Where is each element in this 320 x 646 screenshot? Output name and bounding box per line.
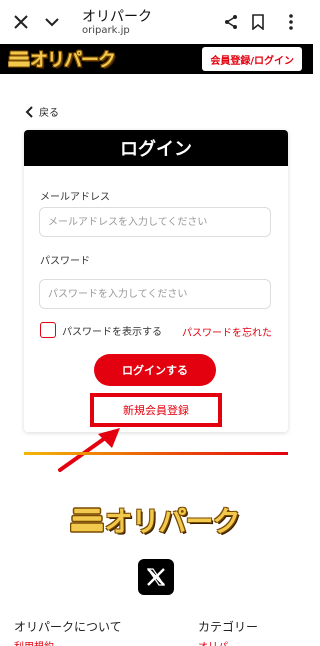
site-header: オリパーク 会員登録/ログイン bbox=[0, 44, 313, 74]
email-label: メールアドレス bbox=[40, 192, 110, 203]
login-button[interactable]: ログインする bbox=[94, 354, 216, 386]
divider bbox=[24, 452, 288, 455]
password-field[interactable] bbox=[39, 279, 271, 309]
chevron-left-icon bbox=[25, 105, 33, 118]
signup-link[interactable]: 新規会員登録 bbox=[90, 393, 222, 427]
share-icon[interactable] bbox=[219, 10, 243, 34]
x-social-icon[interactable] bbox=[138, 559, 174, 595]
footer-about-heading: オリパークについて bbox=[14, 620, 122, 634]
footer-category-link[interactable]: オリパ bbox=[198, 638, 228, 646]
site-logo[interactable]: オリパーク bbox=[8, 47, 116, 71]
show-password-label: パスワードを表示する bbox=[62, 326, 162, 338]
footer-category-heading: カテゴリー bbox=[198, 620, 259, 634]
forgot-password-link[interactable]: パスワードを忘れた bbox=[182, 324, 272, 339]
email-field[interactable] bbox=[39, 207, 271, 237]
more-icon[interactable] bbox=[279, 10, 303, 34]
back-link[interactable]: 戻る bbox=[25, 104, 59, 119]
password-label: パスワード bbox=[40, 256, 90, 267]
card-stack-icon bbox=[70, 507, 105, 533]
footer-logo-text: オリパーク bbox=[104, 505, 240, 538]
signup-label: 新規会員登録 bbox=[123, 404, 189, 417]
chevron-down-icon[interactable] bbox=[40, 10, 64, 34]
browser-title: オリパーク bbox=[82, 9, 152, 25]
login-card: ログイン メールアドレス パスワード パスワードを表示する パスワードを忘れた … bbox=[24, 130, 288, 432]
footer-about-link[interactable]: 利用規約 bbox=[14, 638, 54, 646]
show-password-checkbox[interactable] bbox=[40, 322, 56, 338]
annotation-arrow-icon bbox=[58, 428, 120, 472]
logo-text: オリパーク bbox=[30, 50, 116, 71]
card-stack-icon bbox=[8, 50, 30, 68]
login-title: ログイン bbox=[24, 130, 288, 166]
close-icon[interactable] bbox=[9, 10, 33, 34]
browser-bar: オリパーク oripark.jp bbox=[0, 0, 313, 44]
footer-logo[interactable]: オリパーク bbox=[60, 496, 250, 544]
register-login-button[interactable]: 会員登録/ログイン bbox=[202, 47, 302, 71]
bookmark-icon[interactable] bbox=[246, 10, 270, 34]
browser-url[interactable]: oripark.jp bbox=[82, 25, 130, 36]
show-password-row[interactable]: パスワードを表示する bbox=[40, 322, 162, 338]
back-label: 戻る bbox=[39, 108, 59, 119]
